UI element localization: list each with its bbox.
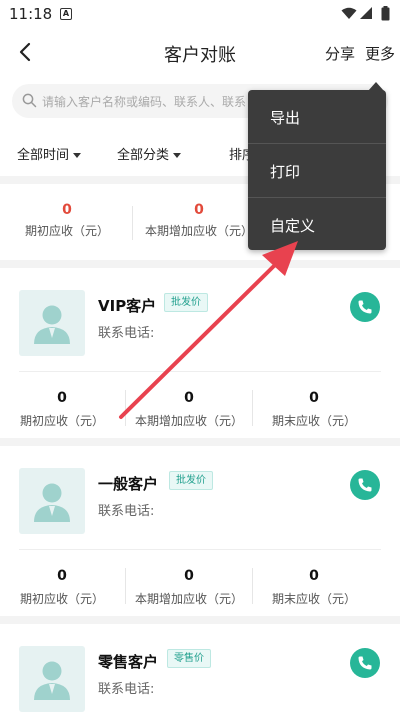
person-icon <box>34 305 70 344</box>
menu-item-label: 打印 <box>270 163 301 181</box>
filter-category[interactable]: 全部分类 <box>117 144 182 163</box>
phone-icon <box>358 478 372 492</box>
call-button[interactable] <box>350 470 380 500</box>
divider <box>19 549 381 550</box>
filter-time[interactable]: 全部时间 <box>17 144 82 163</box>
person-icon <box>34 483 70 522</box>
menu-item-print[interactable]: 打印 <box>248 144 386 197</box>
divider <box>19 371 381 372</box>
stat-label: 本期增加应收（元） <box>134 592 243 606</box>
search-icon <box>22 93 37 108</box>
price-tag-badge: 零售价 <box>167 649 211 668</box>
summary-increase-label: 本期增加应收（元） <box>144 224 253 238</box>
divider <box>252 568 253 604</box>
caret-down-icon <box>173 153 182 158</box>
notification-icon: A <box>60 8 72 20</box>
avatar <box>19 468 85 534</box>
stat-increase: 0 本期增加应收（元） <box>130 568 248 607</box>
menu-item-label: 导出 <box>270 109 301 127</box>
menu-item-export[interactable]: 导出 <box>248 90 386 143</box>
stat-value: 0 <box>309 568 319 584</box>
menu-item-label: 自定义 <box>270 217 316 235</box>
person-icon <box>34 661 70 700</box>
share-button[interactable]: 分享 <box>325 43 355 64</box>
avatar <box>19 646 85 712</box>
phone-label: 联系电话: <box>98 682 155 697</box>
price-tag-badge: 批发价 <box>164 293 208 312</box>
stat-label: 本期增加应收（元） <box>134 414 243 428</box>
customer-card[interactable]: VIP客户 批发价 联系电话: 0 期初应收（元） 0 本期增加应收（元） 0 期末应… <box>0 268 400 438</box>
stat-opening: 0 期初应收（元） <box>12 390 112 429</box>
phone-label: 联系电话: <box>98 326 155 341</box>
stat-value: 0 <box>184 568 194 584</box>
customer-name: 一般客户 <box>98 475 159 493</box>
call-button[interactable] <box>350 292 380 322</box>
summary-opening-value: 0 <box>62 202 72 218</box>
phone-icon <box>358 656 372 670</box>
stat-label: 期初应收（元） <box>19 414 104 428</box>
status-time: 11:18 <box>9 5 53 23</box>
stat-closing: 0 期末应收（元） <box>264 390 364 429</box>
more-dropdown-menu: 导出 打印 自定义 <box>248 82 386 251</box>
menu-item-customize[interactable]: 自定义 <box>248 198 386 251</box>
stat-opening: 0 期初应收（元） <box>12 568 112 607</box>
stat-value: 0 <box>57 568 67 584</box>
divider <box>125 390 126 426</box>
phone-icon <box>358 300 372 314</box>
stat-value: 0 <box>309 390 319 406</box>
nav-bar: 客户对账 分享 更多 <box>0 28 400 78</box>
stat-label: 期末应收（元） <box>271 592 356 606</box>
stat-increase: 0 本期增加应收（元） <box>130 390 248 429</box>
phone-label: 联系电话: <box>98 504 155 519</box>
customer-card[interactable]: 零售客户 零售价 联系电话: <box>0 624 400 712</box>
stat-value: 0 <box>57 390 67 406</box>
filter-time-label: 全部时间 <box>17 148 70 163</box>
search-placeholder: 请输入客户名称或编码、联系人、联系 <box>42 95 247 109</box>
stat-closing: 0 期末应收（元） <box>264 568 364 607</box>
summary-opening-label: 期初应收（元） <box>24 224 109 238</box>
price-tag-badge: 批发价 <box>169 471 213 490</box>
stat-label: 期初应收（元） <box>19 592 104 606</box>
customer-card[interactable]: 一般客户 批发价 联系电话: 0 期初应收（元） 0 本期增加应收（元） 0 期末应收… <box>0 446 400 616</box>
customer-name: 零售客户 <box>98 653 159 671</box>
status-bar: 11:18 A <box>0 0 400 28</box>
stat-label: 期末应收（元） <box>271 414 356 428</box>
divider <box>132 206 133 240</box>
avatar <box>19 290 85 356</box>
customer-name: VIP客户 <box>98 297 157 315</box>
summary-increase: 0 本期增加应收（元） <box>143 202 255 239</box>
battery-icon <box>381 6 390 21</box>
summary-increase-value: 0 <box>194 202 204 218</box>
divider <box>125 568 126 604</box>
filter-category-label: 全部分类 <box>117 148 170 163</box>
more-button[interactable]: 更多 <box>365 43 395 64</box>
divider <box>252 390 253 426</box>
stat-value: 0 <box>184 390 194 406</box>
call-button[interactable] <box>350 648 380 678</box>
caret-down-icon <box>73 153 82 158</box>
summary-opening: 0 期初应收（元） <box>22 202 112 239</box>
signal-icon <box>360 7 372 19</box>
wifi-icon <box>341 7 357 19</box>
